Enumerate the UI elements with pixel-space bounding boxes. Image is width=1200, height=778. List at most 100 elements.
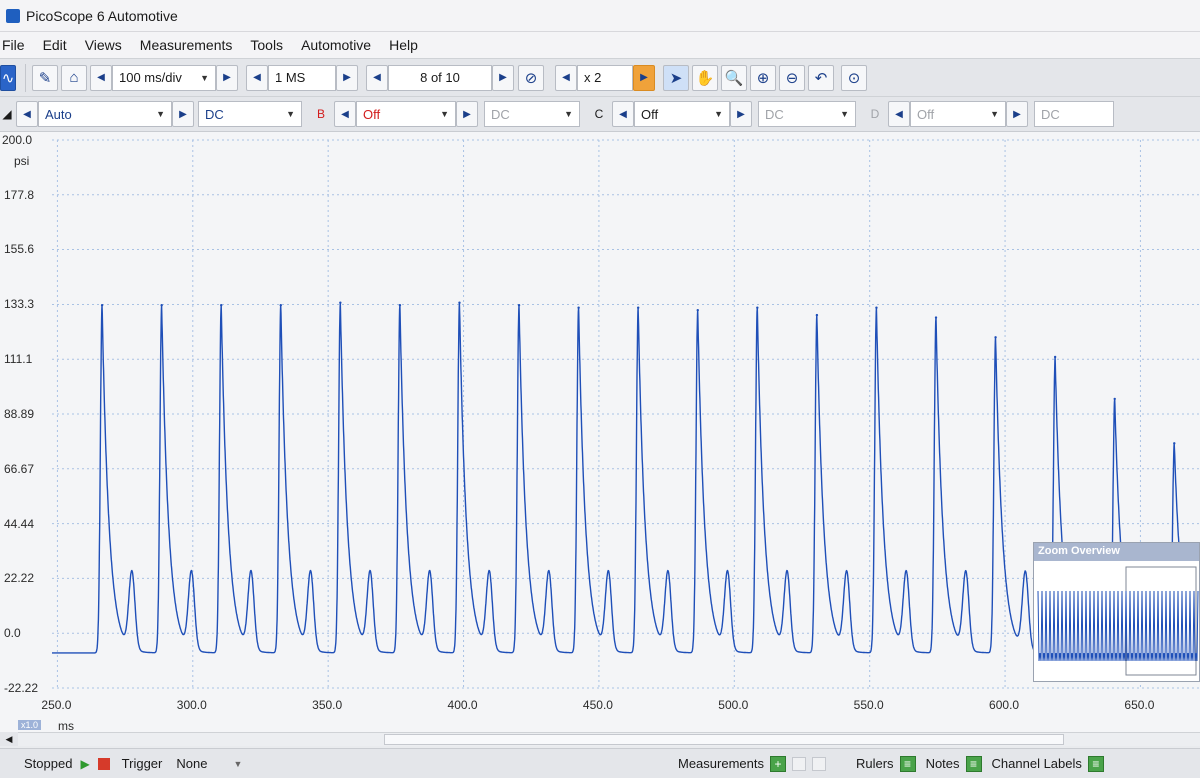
channel-labels-label: Channel Labels [991,756,1082,771]
stop-capture-icon[interactable] [97,757,110,770]
channel-b-coupling-select[interactable]: DC ▼ [484,101,580,127]
zoom-control: ◀ x 2 ▶ [555,64,655,91]
buffer-previous-button[interactable]: ◀ [366,64,388,91]
scroll-left-button[interactable]: ◀ [0,732,18,746]
zoom-100-icon[interactable]: ⊙ [841,64,867,91]
channel-a-coupling-select[interactable]: DC ▼ [198,101,302,127]
menu-tools[interactable]: Tools [246,37,295,53]
channel-d-range-increase[interactable]: ▶ [1006,101,1028,127]
notes-toggle-icon[interactable]: ≡ [965,755,982,772]
channel-c-coupling-value: DC [765,106,784,122]
buffer-navigator-icon[interactable]: ⊘ [518,64,544,91]
buffer-value: 8 of 10 [420,70,460,85]
timebase-decrease-button[interactable]: ◀ [90,64,112,91]
menu-edit[interactable]: Edit [39,37,79,53]
horizontal-scrollbar[interactable] [18,732,1200,746]
window-title: PicoScope 6 Automotive [26,7,178,24]
channel-c-coupling-select[interactable]: DC ▼ [758,101,856,127]
chevron-down-icon: ▼ [990,109,999,119]
peak-point [636,306,640,309]
zoom-overview-panel[interactable]: Zoom Overview [1033,542,1200,682]
x-multiplier-badge[interactable]: x1.0 [18,720,42,730]
timebase-increase-button[interactable]: ▶ [216,64,238,91]
channel-b-letter: B [316,107,325,121]
peak-point [934,316,938,319]
channel-d-coupling-value: DC [1041,106,1060,122]
peak-point [398,304,402,307]
channel-c-button[interactable]: C [588,101,610,127]
chevron-down-icon[interactable]: ▼ [233,759,242,769]
channel-labels-toggle-icon[interactable]: ≡ [1087,755,1104,772]
channel-a-range-decrease[interactable]: ◀ [16,101,38,127]
channel-d-coupling-select[interactable]: DC [1034,101,1114,127]
peak-point [875,306,878,309]
channel-d-button[interactable]: D [864,101,886,127]
timebase-value: 100 ms/div [119,70,182,85]
channel-b-range-increase[interactable]: ▶ [456,101,478,127]
zoom-decrease-button[interactable]: ◀ [555,64,577,91]
chevron-down-icon: ▼ [840,109,849,119]
channel-a-trace [52,302,1200,654]
menu-views[interactable]: Views [81,37,134,53]
chevron-down-icon: ▼ [564,109,573,119]
scope-view[interactable]: 200.0 177.8 155.6 133.3 111.1 88.89 66.67 44.44… [0,132,1200,733]
peak-point [696,308,699,312]
hand-tool-icon[interactable]: ✋ [692,64,718,91]
channel-c-range-increase[interactable]: ▶ [730,101,752,127]
probe-icon[interactable]: ✎ [32,64,58,91]
home-icon[interactable]: ⌂ [61,64,87,91]
zoom-increase-button[interactable]: ▶ [633,64,655,91]
peak-point [279,304,282,307]
peak-point [160,304,163,307]
add-measurement-icon[interactable]: + [769,755,786,772]
x-tick-label: 400.0 [447,698,478,712]
trigger-label: Trigger [121,756,163,771]
channel-a-range-select[interactable]: Auto ▼ [38,101,172,127]
x-tick-label: 500.0 [718,698,749,712]
channel-c-range-decrease[interactable]: ◀ [612,101,634,127]
undo-zoom-icon[interactable]: ↶ [808,64,834,91]
buffer-position-field[interactable]: 8 of 10 [388,64,492,91]
menu-help[interactable]: Help [385,37,430,53]
start-capture-icon[interactable]: ▶ [80,757,89,771]
channel-d-range-decrease[interactable]: ◀ [888,101,910,127]
y-tick-label: 88.89 [4,407,35,421]
menu-automotive[interactable]: Automotive [297,37,383,53]
rulers-label: Rulers [855,756,894,771]
buffer-next-button[interactable]: ▶ [492,64,514,91]
zoom-field[interactable]: x 2 [577,64,633,91]
zoom-out-icon[interactable]: ⊖ [779,64,805,91]
channel-a-indicator[interactable]: ◢ [0,101,14,127]
y-tick-label: 66.67 [4,461,35,476]
channel-b-button[interactable]: B [310,101,332,127]
menu-file[interactable]: File [0,37,37,53]
channel-a-range-increase[interactable]: ▶ [172,101,194,127]
channel-c-range-select[interactable]: Off ▼ [634,101,730,127]
menu-measurements[interactable]: Measurements [136,37,245,53]
scope-mode-icon[interactable]: ∿ [0,64,16,91]
peak-point [994,336,997,339]
zoom-area-icon[interactable]: 🔍 [721,64,747,91]
chevron-down-icon: ▼ [156,109,165,119]
samples-decrease-button[interactable]: ◀ [246,64,268,91]
peak-point [1113,397,1116,401]
samples-increase-button[interactable]: ▶ [336,64,358,91]
timebase-select[interactable]: 100 ms/div ▼ [112,64,216,91]
channel-d-range-select[interactable]: Off ▼ [910,101,1006,127]
scrollbar-thumb[interactable] [384,734,1064,745]
samples-field[interactable]: 1 MS [268,64,336,91]
delete-measurement-icon[interactable] [811,756,826,771]
channel-b-range-select[interactable]: Off ▼ [356,101,456,127]
edit-measurement-icon[interactable] [791,756,806,771]
y-tick-label: 177.8 [4,187,35,202]
channel-b-range-decrease[interactable]: ◀ [334,101,356,127]
measurements-label: Measurements [678,756,764,771]
zoom-in-icon[interactable]: ⊕ [750,64,776,91]
pointer-tool-icon[interactable]: ➤ [663,64,689,91]
rulers-toggle-icon[interactable]: ≡ [899,755,916,772]
zoom-overview-trace [1037,590,1199,662]
zoom-overview-plot[interactable] [1034,561,1199,681]
waveform-plot[interactable] [0,132,1200,732]
peak-point [339,301,342,304]
trigger-mode-select[interactable]: None [176,756,207,771]
